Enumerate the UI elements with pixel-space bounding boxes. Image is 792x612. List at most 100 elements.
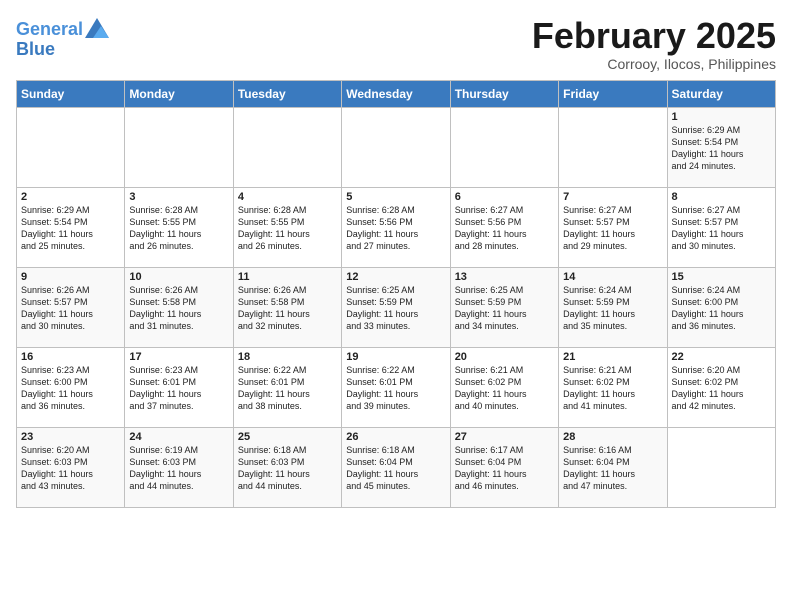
cell-text: Sunrise: 6:19 AM Sunset: 6:03 PM Dayligh… — [129, 444, 228, 493]
day-number: 13 — [455, 271, 554, 283]
day-number: 4 — [238, 191, 337, 203]
cell-text: Sunrise: 6:23 AM Sunset: 6:00 PM Dayligh… — [21, 364, 120, 413]
cell-text: Sunrise: 6:29 AM Sunset: 5:54 PM Dayligh… — [672, 124, 771, 173]
day-number: 16 — [21, 351, 120, 363]
calendar-cell: 6Sunrise: 6:27 AM Sunset: 5:56 PM Daylig… — [450, 187, 558, 267]
cell-text: Sunrise: 6:23 AM Sunset: 6:01 PM Dayligh… — [129, 364, 228, 413]
cell-text: Sunrise: 6:25 AM Sunset: 5:59 PM Dayligh… — [346, 284, 445, 333]
calendar-cell: 18Sunrise: 6:22 AM Sunset: 6:01 PM Dayli… — [233, 347, 341, 427]
day-number: 15 — [672, 271, 771, 283]
title-block: February 2025 Corrooy, Ilocos, Philippin… — [532, 16, 776, 72]
logo-text-blue: Blue — [16, 40, 109, 60]
calendar-cell: 22Sunrise: 6:20 AM Sunset: 6:02 PM Dayli… — [667, 347, 775, 427]
main-title: February 2025 — [532, 16, 776, 56]
calendar-week-4: 23Sunrise: 6:20 AM Sunset: 6:03 PM Dayli… — [17, 427, 776, 507]
header-friday: Friday — [559, 80, 667, 107]
calendar-cell: 2Sunrise: 6:29 AM Sunset: 5:54 PM Daylig… — [17, 187, 125, 267]
calendar-cell — [450, 107, 558, 187]
calendar-cell: 1Sunrise: 6:29 AM Sunset: 5:54 PM Daylig… — [667, 107, 775, 187]
calendar-cell: 13Sunrise: 6:25 AM Sunset: 5:59 PM Dayli… — [450, 267, 558, 347]
cell-text: Sunrise: 6:24 AM Sunset: 6:00 PM Dayligh… — [672, 284, 771, 333]
day-number: 10 — [129, 271, 228, 283]
cell-text: Sunrise: 6:26 AM Sunset: 5:58 PM Dayligh… — [238, 284, 337, 333]
day-number: 18 — [238, 351, 337, 363]
calendar-week-0: 1Sunrise: 6:29 AM Sunset: 5:54 PM Daylig… — [17, 107, 776, 187]
day-number: 22 — [672, 351, 771, 363]
calendar-cell: 23Sunrise: 6:20 AM Sunset: 6:03 PM Dayli… — [17, 427, 125, 507]
cell-text: Sunrise: 6:28 AM Sunset: 5:56 PM Dayligh… — [346, 204, 445, 253]
cell-text: Sunrise: 6:16 AM Sunset: 6:04 PM Dayligh… — [563, 444, 662, 493]
logo-icon — [85, 18, 109, 38]
calendar-cell: 7Sunrise: 6:27 AM Sunset: 5:57 PM Daylig… — [559, 187, 667, 267]
cell-text: Sunrise: 6:28 AM Sunset: 5:55 PM Dayligh… — [238, 204, 337, 253]
calendar-cell: 8Sunrise: 6:27 AM Sunset: 5:57 PM Daylig… — [667, 187, 775, 267]
day-number: 25 — [238, 431, 337, 443]
cell-text: Sunrise: 6:29 AM Sunset: 5:54 PM Dayligh… — [21, 204, 120, 253]
calendar-cell: 5Sunrise: 6:28 AM Sunset: 5:56 PM Daylig… — [342, 187, 450, 267]
page-header: General Blue February 2025 Corrooy, Iloc… — [16, 16, 776, 72]
cell-text: Sunrise: 6:20 AM Sunset: 6:02 PM Dayligh… — [672, 364, 771, 413]
day-number: 26 — [346, 431, 445, 443]
header-thursday: Thursday — [450, 80, 558, 107]
calendar-cell — [667, 427, 775, 507]
day-number: 23 — [21, 431, 120, 443]
calendar-cell: 20Sunrise: 6:21 AM Sunset: 6:02 PM Dayli… — [450, 347, 558, 427]
cell-text: Sunrise: 6:22 AM Sunset: 6:01 PM Dayligh… — [238, 364, 337, 413]
day-number: 9 — [21, 271, 120, 283]
calendar-table: SundayMondayTuesdayWednesdayThursdayFrid… — [16, 80, 776, 508]
calendar-cell — [125, 107, 233, 187]
cell-text: Sunrise: 6:18 AM Sunset: 6:03 PM Dayligh… — [238, 444, 337, 493]
header-monday: Monday — [125, 80, 233, 107]
calendar-cell: 28Sunrise: 6:16 AM Sunset: 6:04 PM Dayli… — [559, 427, 667, 507]
cell-text: Sunrise: 6:27 AM Sunset: 5:57 PM Dayligh… — [563, 204, 662, 253]
calendar-cell: 16Sunrise: 6:23 AM Sunset: 6:00 PM Dayli… — [17, 347, 125, 427]
day-number: 11 — [238, 271, 337, 283]
cell-text: Sunrise: 6:18 AM Sunset: 6:04 PM Dayligh… — [346, 444, 445, 493]
subtitle: Corrooy, Ilocos, Philippines — [532, 56, 776, 72]
calendar-cell: 3Sunrise: 6:28 AM Sunset: 5:55 PM Daylig… — [125, 187, 233, 267]
day-number: 24 — [129, 431, 228, 443]
day-number: 12 — [346, 271, 445, 283]
header-wednesday: Wednesday — [342, 80, 450, 107]
logo-text: General — [16, 20, 83, 40]
cell-text: Sunrise: 6:26 AM Sunset: 5:57 PM Dayligh… — [21, 284, 120, 333]
day-number: 27 — [455, 431, 554, 443]
cell-text: Sunrise: 6:27 AM Sunset: 5:56 PM Dayligh… — [455, 204, 554, 253]
day-number: 14 — [563, 271, 662, 283]
calendar-header-row: SundayMondayTuesdayWednesdayThursdayFrid… — [17, 80, 776, 107]
calendar-cell: 4Sunrise: 6:28 AM Sunset: 5:55 PM Daylig… — [233, 187, 341, 267]
cell-text: Sunrise: 6:22 AM Sunset: 6:01 PM Dayligh… — [346, 364, 445, 413]
day-number: 17 — [129, 351, 228, 363]
calendar-week-2: 9Sunrise: 6:26 AM Sunset: 5:57 PM Daylig… — [17, 267, 776, 347]
header-tuesday: Tuesday — [233, 80, 341, 107]
calendar-cell — [342, 107, 450, 187]
cell-text: Sunrise: 6:21 AM Sunset: 6:02 PM Dayligh… — [563, 364, 662, 413]
calendar-cell: 10Sunrise: 6:26 AM Sunset: 5:58 PM Dayli… — [125, 267, 233, 347]
cell-text: Sunrise: 6:21 AM Sunset: 6:02 PM Dayligh… — [455, 364, 554, 413]
day-number: 20 — [455, 351, 554, 363]
calendar-cell: 11Sunrise: 6:26 AM Sunset: 5:58 PM Dayli… — [233, 267, 341, 347]
calendar-cell: 25Sunrise: 6:18 AM Sunset: 6:03 PM Dayli… — [233, 427, 341, 507]
calendar-cell: 15Sunrise: 6:24 AM Sunset: 6:00 PM Dayli… — [667, 267, 775, 347]
day-number: 2 — [21, 191, 120, 203]
calendar-cell — [559, 107, 667, 187]
calendar-cell: 21Sunrise: 6:21 AM Sunset: 6:02 PM Dayli… — [559, 347, 667, 427]
day-number: 21 — [563, 351, 662, 363]
cell-text: Sunrise: 6:26 AM Sunset: 5:58 PM Dayligh… — [129, 284, 228, 333]
day-number: 6 — [455, 191, 554, 203]
calendar-cell: 24Sunrise: 6:19 AM Sunset: 6:03 PM Dayli… — [125, 427, 233, 507]
day-number: 3 — [129, 191, 228, 203]
day-number: 8 — [672, 191, 771, 203]
logo: General Blue — [16, 20, 109, 60]
calendar-cell — [233, 107, 341, 187]
calendar-week-3: 16Sunrise: 6:23 AM Sunset: 6:00 PM Dayli… — [17, 347, 776, 427]
calendar-cell: 27Sunrise: 6:17 AM Sunset: 6:04 PM Dayli… — [450, 427, 558, 507]
cell-text: Sunrise: 6:27 AM Sunset: 5:57 PM Dayligh… — [672, 204, 771, 253]
day-number: 19 — [346, 351, 445, 363]
cell-text: Sunrise: 6:25 AM Sunset: 5:59 PM Dayligh… — [455, 284, 554, 333]
header-sunday: Sunday — [17, 80, 125, 107]
cell-text: Sunrise: 6:24 AM Sunset: 5:59 PM Dayligh… — [563, 284, 662, 333]
calendar-cell: 26Sunrise: 6:18 AM Sunset: 6:04 PM Dayli… — [342, 427, 450, 507]
cell-text: Sunrise: 6:20 AM Sunset: 6:03 PM Dayligh… — [21, 444, 120, 493]
calendar-cell: 14Sunrise: 6:24 AM Sunset: 5:59 PM Dayli… — [559, 267, 667, 347]
